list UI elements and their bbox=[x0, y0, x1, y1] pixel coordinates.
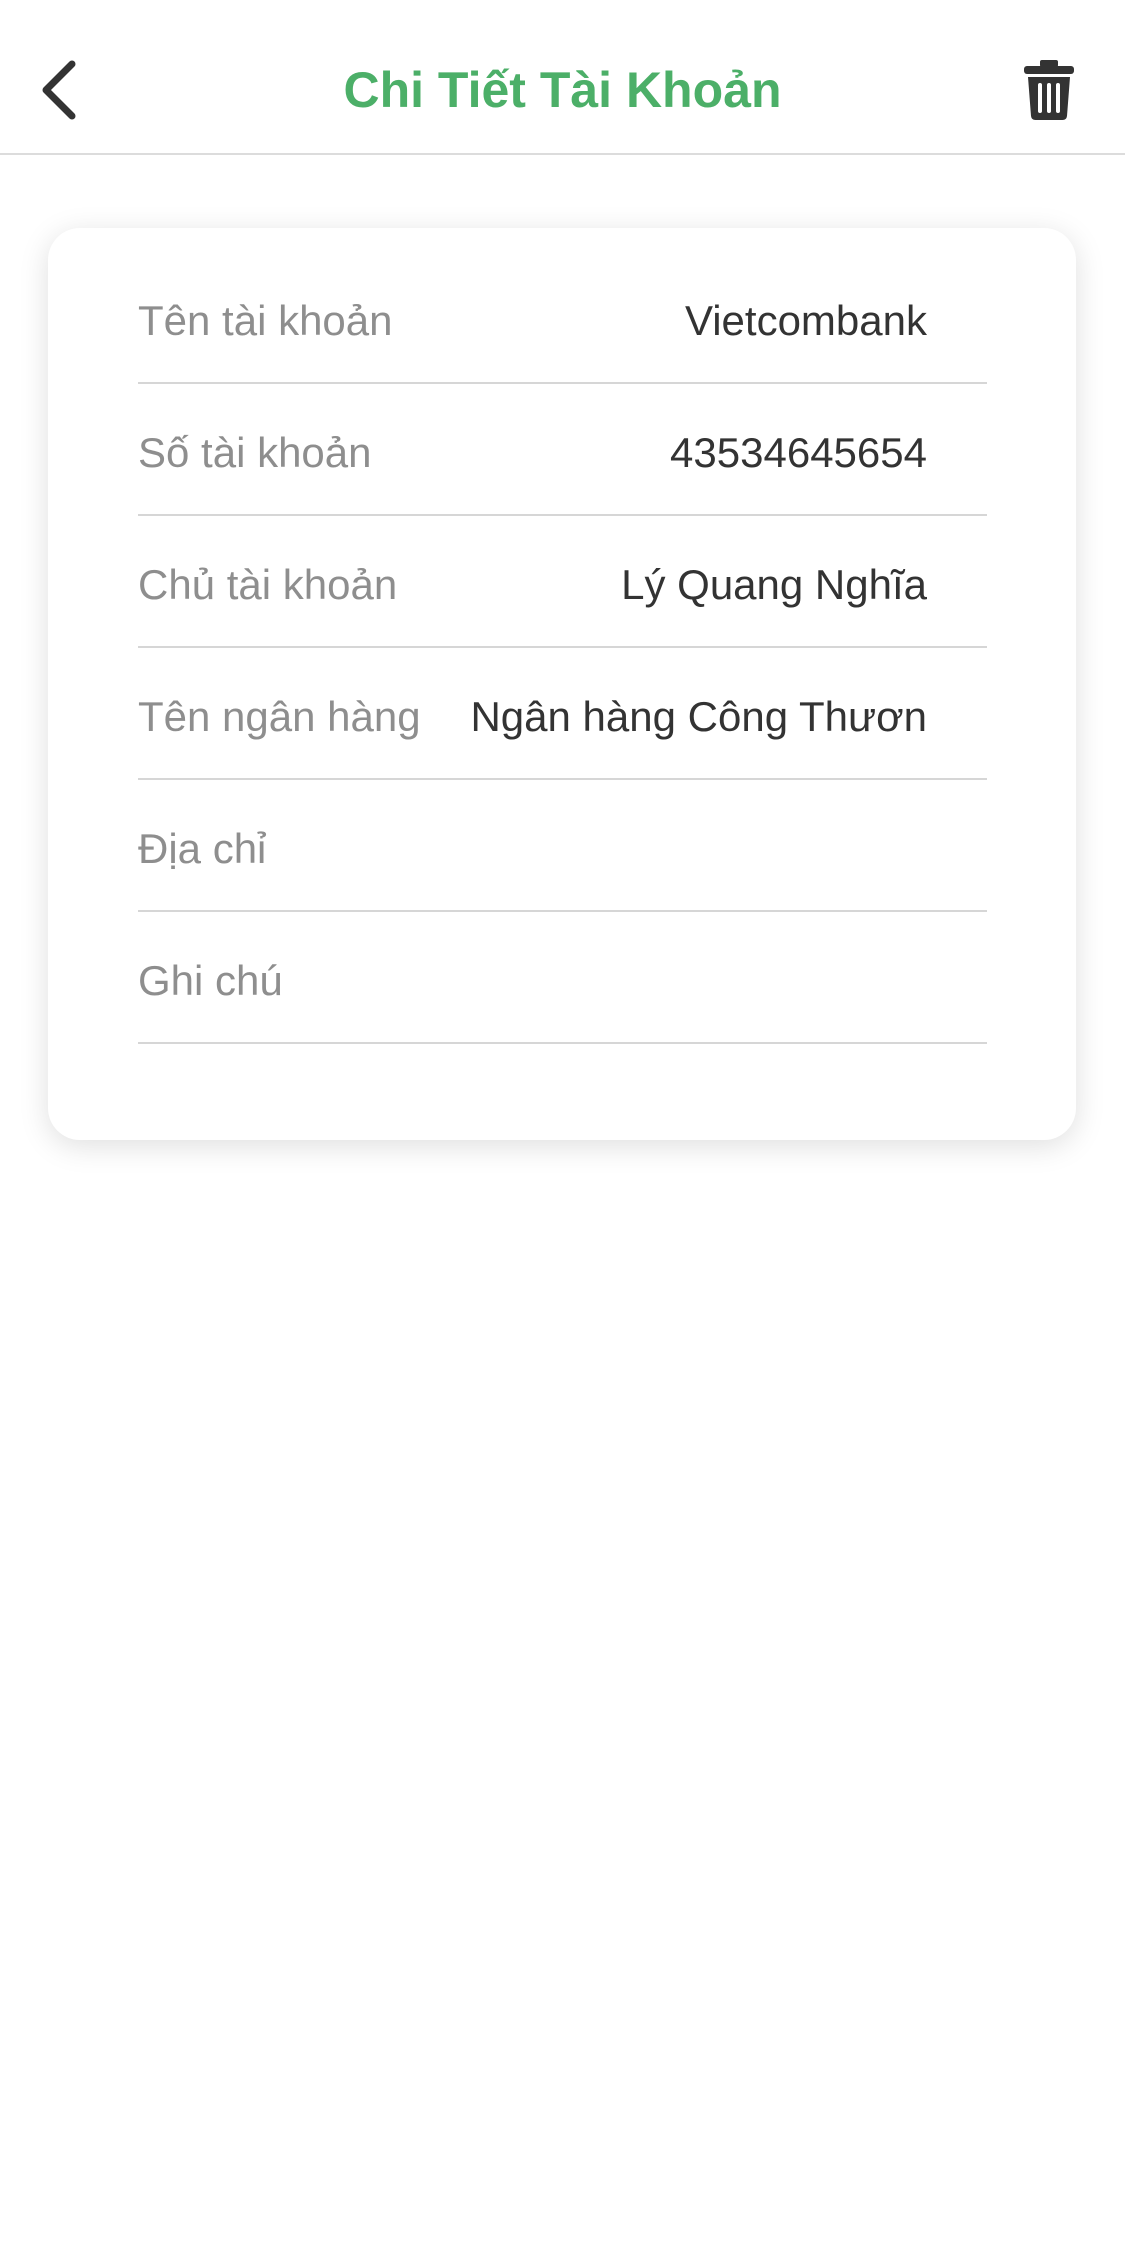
delete-button[interactable] bbox=[1013, 52, 1085, 128]
back-button[interactable] bbox=[28, 50, 92, 130]
page-title: Chi Tiết Tài Khoản bbox=[343, 62, 782, 118]
detail-row-note: Ghi chú bbox=[138, 912, 987, 1044]
detail-row-address: Địa chỉ bbox=[138, 780, 987, 912]
note-label: Ghi chú bbox=[138, 957, 283, 1004]
account-number-value: 43534645654 bbox=[670, 429, 927, 476]
account-holder-label: Chủ tài khoản bbox=[138, 561, 398, 608]
header: Chi Tiết Tài Khoản bbox=[0, 0, 1125, 155]
detail-row-account-name: Tên tài khoản Vietcombank bbox=[138, 252, 987, 384]
account-name-label: Tên tài khoản bbox=[138, 297, 393, 344]
account-holder-value: Lý Quang Nghĩa bbox=[621, 561, 927, 608]
address-label: Địa chỉ bbox=[138, 825, 267, 872]
detail-row-account-holder: Chủ tài khoản Lý Quang Nghĩa bbox=[138, 516, 987, 648]
account-name-value: Vietcombank bbox=[684, 297, 927, 344]
chevron-left-icon bbox=[42, 60, 76, 120]
bank-name-value: Ngân hàng Công Thươn bbox=[470, 693, 927, 740]
detail-row-bank-name: Tên ngân hàng Ngân hàng Công Thươn bbox=[138, 648, 987, 780]
bank-name-label: Tên ngân hàng bbox=[138, 693, 421, 740]
account-details-card: Tên tài khoản Vietcombank Số tài khoản 4… bbox=[48, 228, 1076, 1140]
trash-icon bbox=[1024, 60, 1074, 120]
account-number-label: Số tài khoản bbox=[138, 429, 372, 476]
detail-row-account-number: Số tài khoản 43534645654 bbox=[138, 384, 987, 516]
